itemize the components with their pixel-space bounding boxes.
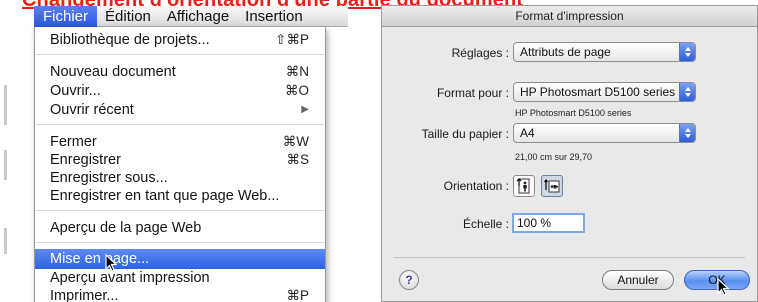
menu-item-print[interactable]: Imprimer... ⌘P: [35, 286, 325, 302]
landscape-icon: [544, 179, 560, 193]
popup-arrows-icon: [679, 124, 695, 142]
menu-separator: [36, 210, 324, 211]
orientation-label: Orientation :: [443, 179, 509, 193]
popup-arrows-icon: [679, 83, 695, 101]
menu-separator: [36, 242, 324, 243]
menu-item-shortcut: ⌘O: [284, 83, 309, 98]
menu-item-label: Ouvrir...: [50, 83, 101, 99]
menu-item-label: Enregistrer: [50, 152, 121, 168]
menu-separator: [36, 54, 324, 55]
menu-item-save-as[interactable]: Enregistrer sous...: [35, 168, 325, 188]
menu-item-close[interactable]: Fermer ⌘W: [35, 132, 325, 152]
menu-item-project-library[interactable]: Bibliothèque de projets... ⇧⌘P: [35, 30, 325, 50]
menu-item-print-preview[interactable]: Aperçu avant impression: [35, 268, 325, 288]
dialog-title: Format d'impression: [382, 6, 757, 27]
orientation-landscape-button[interactable]: [541, 175, 563, 197]
menu-item-label: Aperçu de la page Web: [50, 220, 202, 236]
scale-input[interactable]: 100 %: [512, 213, 585, 233]
menu-item-shortcut: ⌘S: [286, 152, 309, 167]
popup-arrows-icon: [679, 43, 695, 61]
paper-size-popup[interactable]: A4: [513, 123, 696, 143]
menu-item-shortcut: ⇧⌘P: [275, 32, 309, 47]
scale-label: Échelle :: [462, 217, 509, 231]
tutorial-screenshot: Changement d'orientation d'une partie du…: [0, 0, 758, 302]
page-setup-dialog: Format d'impression Réglages : Attributs…: [381, 5, 758, 302]
menu-item-label: Enregistrer sous...: [50, 170, 168, 186]
menu-item-save[interactable]: Enregistrer ⌘S: [35, 150, 325, 170]
menu-item-save-as-web-page[interactable]: Enregistrer en tant que page Web...: [35, 186, 325, 206]
menu-affichage[interactable]: Affichage: [159, 6, 237, 27]
menu-item-label: Bibliothèque de projets...: [50, 32, 210, 48]
menu-separator: [36, 124, 324, 125]
ok-button[interactable]: OK: [684, 270, 750, 290]
format-for-popup[interactable]: HP Photosmart D5100 series: [513, 82, 696, 102]
window-edge-icon: [4, 85, 7, 254]
menu-insertion[interactable]: Insertion: [237, 6, 311, 27]
portrait-icon: [516, 178, 530, 194]
menu-item-label: Enregistrer en tant que page Web...: [50, 188, 280, 204]
menu-bar: Fichier Édition Affichage Insertion: [34, 5, 348, 27]
help-button[interactable]: ?: [399, 270, 419, 290]
menu-item-page-setup[interactable]: Mise en page...: [35, 249, 325, 269]
menu-edition[interactable]: Édition: [97, 6, 159, 27]
paper-size-popup-value: A4: [520, 126, 535, 140]
menu-item-shortcut: ⌘W: [282, 134, 309, 149]
menu-item-label: Ouvrir récent: [50, 102, 134, 118]
menu-item-label: Imprimer...: [50, 288, 119, 302]
triangle-right-icon: ▶: [301, 104, 309, 115]
menu-item-label: Fermer: [50, 134, 97, 150]
file-menu-dropdown: Bibliothèque de projets... ⇧⌘P Nouveau d…: [34, 27, 326, 302]
menu-item-label: Nouveau document: [50, 64, 176, 80]
menu-fichier[interactable]: Fichier: [34, 5, 98, 27]
settings-popup-value: Attributs de page: [520, 45, 611, 59]
menu-item-new-document[interactable]: Nouveau document ⌘N: [35, 62, 325, 82]
menu-item-open-recent[interactable]: Ouvrir récent ▶: [35, 100, 325, 120]
menu-item-open[interactable]: Ouvrir... ⌘O: [35, 81, 325, 101]
cancel-button[interactable]: Annuler: [602, 270, 674, 290]
menu-item-label: Mise en page...: [50, 251, 150, 267]
menu-item-web-page-preview[interactable]: Aperçu de la page Web: [35, 218, 325, 238]
dialog-divider: [394, 257, 745, 258]
menu-item-label: Aperçu avant impression: [50, 270, 210, 286]
paper-size-label: Taille du papier :: [421, 127, 509, 141]
format-for-popup-value: HP Photosmart D5100 series: [520, 85, 676, 99]
settings-label: Réglages :: [451, 46, 509, 60]
orientation-portrait-button[interactable]: [513, 175, 535, 197]
format-for-label: Format pour :: [436, 86, 509, 100]
menu-item-shortcut: ⌘P: [286, 288, 309, 302]
menu-screenshot: Fichier Édition Affichage Insertion Bibl…: [0, 0, 348, 302]
format-for-subtitle: HP Photosmart D5100 series: [515, 108, 632, 118]
menu-item-shortcut: ⌘N: [285, 64, 309, 79]
settings-popup[interactable]: Attributs de page: [513, 42, 696, 62]
paper-size-subtitle: 21,00 cm sur 29,70: [515, 152, 593, 162]
